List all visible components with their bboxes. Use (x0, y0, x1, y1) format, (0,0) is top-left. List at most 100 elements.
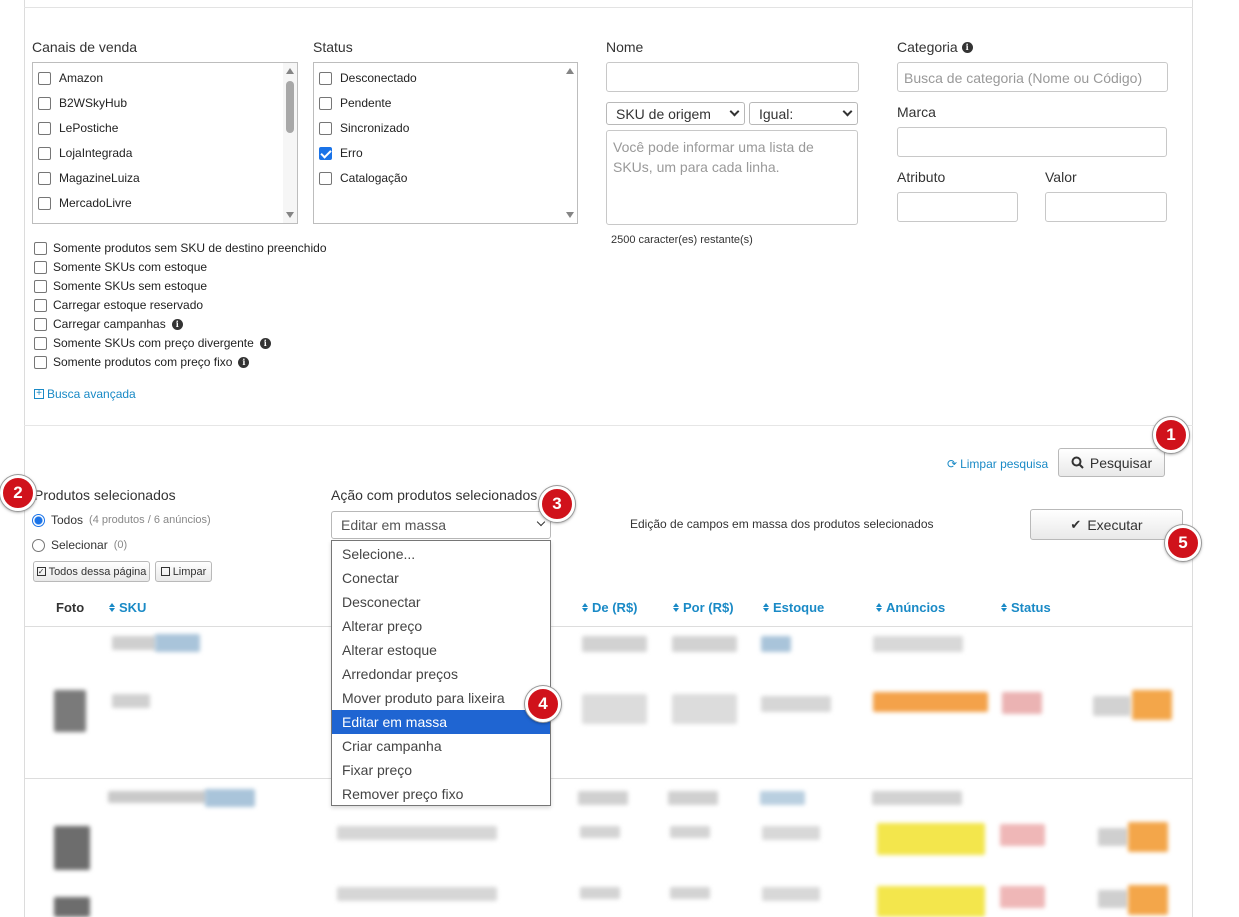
dropdown-option[interactable]: Mover produto para lixeira (332, 686, 550, 710)
action-dropdown-list[interactable]: Selecione... Conectar Desconectar Altera… (331, 540, 551, 806)
checkbox[interactable] (38, 96, 51, 110)
clear-search-link[interactable]: ⟳ Limpar pesquisa (947, 457, 1048, 471)
step-badge: 5 (1165, 525, 1201, 561)
checkbox[interactable] (319, 96, 332, 110)
info-icon[interactable]: i (259, 337, 271, 349)
status-item-label: Desconectado (340, 71, 417, 85)
dropdown-option[interactable]: Arredondar preços (332, 662, 550, 686)
column-listings[interactable]: Anúncios (876, 600, 945, 615)
checkbox[interactable] (38, 121, 51, 135)
checkbox[interactable] (34, 298, 47, 312)
action-select[interactable]: Editar em massa (331, 511, 551, 539)
channel-item[interactable]: MagazineLuiza (38, 171, 140, 185)
name-input[interactable] (606, 62, 859, 92)
checkbox[interactable] (34, 241, 47, 255)
checkbox[interactable] (34, 260, 47, 274)
channel-item[interactable]: B2WSkyHub (38, 96, 127, 110)
sales-channels-listbox[interactable]: Amazon B2WSkyHub LePostiche LojaIntegrad… (32, 62, 298, 224)
table-row-listings (873, 636, 963, 652)
status-item[interactable]: Desconectado (319, 71, 417, 85)
sku-field-select[interactable]: SKU de origem (606, 102, 745, 125)
option-divergent-price[interactable]: Somente SKUs com preço divergente i (34, 336, 271, 350)
dropdown-option[interactable]: Selecione... (332, 542, 550, 566)
checkbox[interactable] (38, 196, 51, 210)
attribute-input[interactable] (897, 192, 1018, 222)
info-icon[interactable]: i (961, 41, 973, 53)
column-stock[interactable]: Estoque (763, 600, 824, 615)
status-item[interactable]: Sincronizado (319, 121, 409, 135)
checkbox[interactable] (319, 171, 332, 185)
clear-selection-button[interactable]: Limpar (155, 561, 212, 582)
scroll-up-icon[interactable] (566, 68, 574, 74)
option-with-stock[interactable]: Somente SKUs com estoque (34, 260, 207, 274)
checkbox[interactable] (38, 146, 51, 160)
table-row-actions (1128, 822, 1168, 852)
dropdown-option[interactable]: Remover preço fixo (332, 782, 550, 806)
checkbox[interactable] (34, 355, 47, 369)
option-load-campaigns[interactable]: Carregar campanhas i (34, 317, 183, 331)
radio-button-checked[interactable] (32, 513, 45, 527)
option-no-target-sku[interactable]: Somente produtos sem SKU de destino pree… (34, 241, 327, 255)
radio-all[interactable]: Todos (4 produtos / 6 anúncios) (32, 513, 211, 527)
select-all-page-button[interactable]: ✓ Todos dessa página (33, 561, 150, 582)
advanced-search-link[interactable]: + Busca avançada (34, 387, 136, 401)
info-icon[interactable]: i (238, 356, 250, 368)
column-sku[interactable]: SKU (109, 600, 146, 615)
scroll-up-icon[interactable] (286, 68, 294, 74)
option-reserved-stock[interactable]: Carregar estoque reservado (34, 298, 203, 312)
table-row-sku (155, 634, 200, 652)
option-label: Carregar estoque reservado (53, 298, 204, 312)
search-button[interactable]: Pesquisar (1058, 448, 1165, 477)
column-from-price[interactable]: De (R$) (582, 600, 638, 615)
dropdown-option[interactable]: Conectar (332, 566, 550, 590)
option-without-stock[interactable]: Somente SKUs sem estoque (34, 279, 207, 293)
table-row-price (582, 694, 647, 724)
channel-item[interactable]: MercadoLivre (38, 196, 132, 210)
table-row-photo (54, 690, 86, 732)
channel-label: MagazineLuiza (59, 171, 140, 185)
status-item[interactable]: Erro (319, 146, 363, 160)
sku-list-textarea[interactable]: Você pode informar uma lista de SKUs, um… (606, 130, 858, 225)
dropdown-option[interactable]: Alterar preço (332, 614, 550, 638)
column-to-price[interactable]: Por (R$) (673, 600, 734, 615)
scrollbar-thumb[interactable] (286, 81, 294, 133)
dropdown-option[interactable]: Criar campanha (332, 734, 550, 758)
channel-item[interactable]: LojaIntegrada (38, 146, 132, 160)
table-row-status (1002, 692, 1042, 714)
operator-select-value: Igual: (759, 105, 794, 122)
execute-button[interactable]: ✔ Executar (1030, 509, 1183, 540)
column-label: Foto (56, 600, 85, 615)
info-icon[interactable]: i (171, 318, 183, 330)
checkbox[interactable] (34, 336, 47, 350)
radio-button[interactable] (32, 538, 45, 552)
option-fixed-price[interactable]: Somente produtos com preço fixo i (34, 355, 250, 369)
option-label: Somente SKUs com estoque (53, 260, 208, 274)
checkbox-checked[interactable] (319, 146, 332, 160)
channel-item[interactable]: LePostiche (38, 121, 118, 135)
status-listbox[interactable]: Desconectado Pendente Sincronizado Erro … (313, 62, 578, 224)
checkbox[interactable] (319, 71, 332, 85)
checkbox[interactable] (34, 279, 47, 293)
dropdown-option[interactable]: Alterar estoque (332, 638, 550, 662)
operator-select[interactable]: Igual: (749, 102, 858, 125)
category-search-input[interactable]: Busca de categoria (Nome ou Código) (897, 62, 1168, 92)
status-item[interactable]: Catalogação (319, 171, 407, 185)
checkbox[interactable] (38, 171, 51, 185)
checkbox[interactable] (34, 317, 47, 331)
checkbox[interactable] (319, 121, 332, 135)
value-input[interactable] (1045, 192, 1167, 222)
scroll-down-icon[interactable] (566, 212, 574, 218)
brand-input[interactable] (897, 127, 1167, 157)
option-label: Somente produtos sem SKU de destino pree… (53, 241, 327, 255)
dropdown-option[interactable]: Fixar preço (332, 758, 550, 782)
scrollbar[interactable] (283, 63, 297, 223)
dropdown-option-highlighted[interactable]: Editar em massa (332, 710, 550, 734)
radio-select[interactable]: Selecionar (0) (32, 538, 127, 552)
channel-item[interactable]: Amazon (38, 71, 103, 85)
column-status[interactable]: Status (1001, 600, 1051, 615)
dropdown-option[interactable]: Desconectar (332, 590, 550, 614)
scroll-down-icon[interactable] (286, 212, 294, 218)
status-item[interactable]: Pendente (319, 96, 391, 110)
scrollbar[interactable] (563, 63, 577, 223)
checkbox[interactable] (38, 71, 51, 85)
